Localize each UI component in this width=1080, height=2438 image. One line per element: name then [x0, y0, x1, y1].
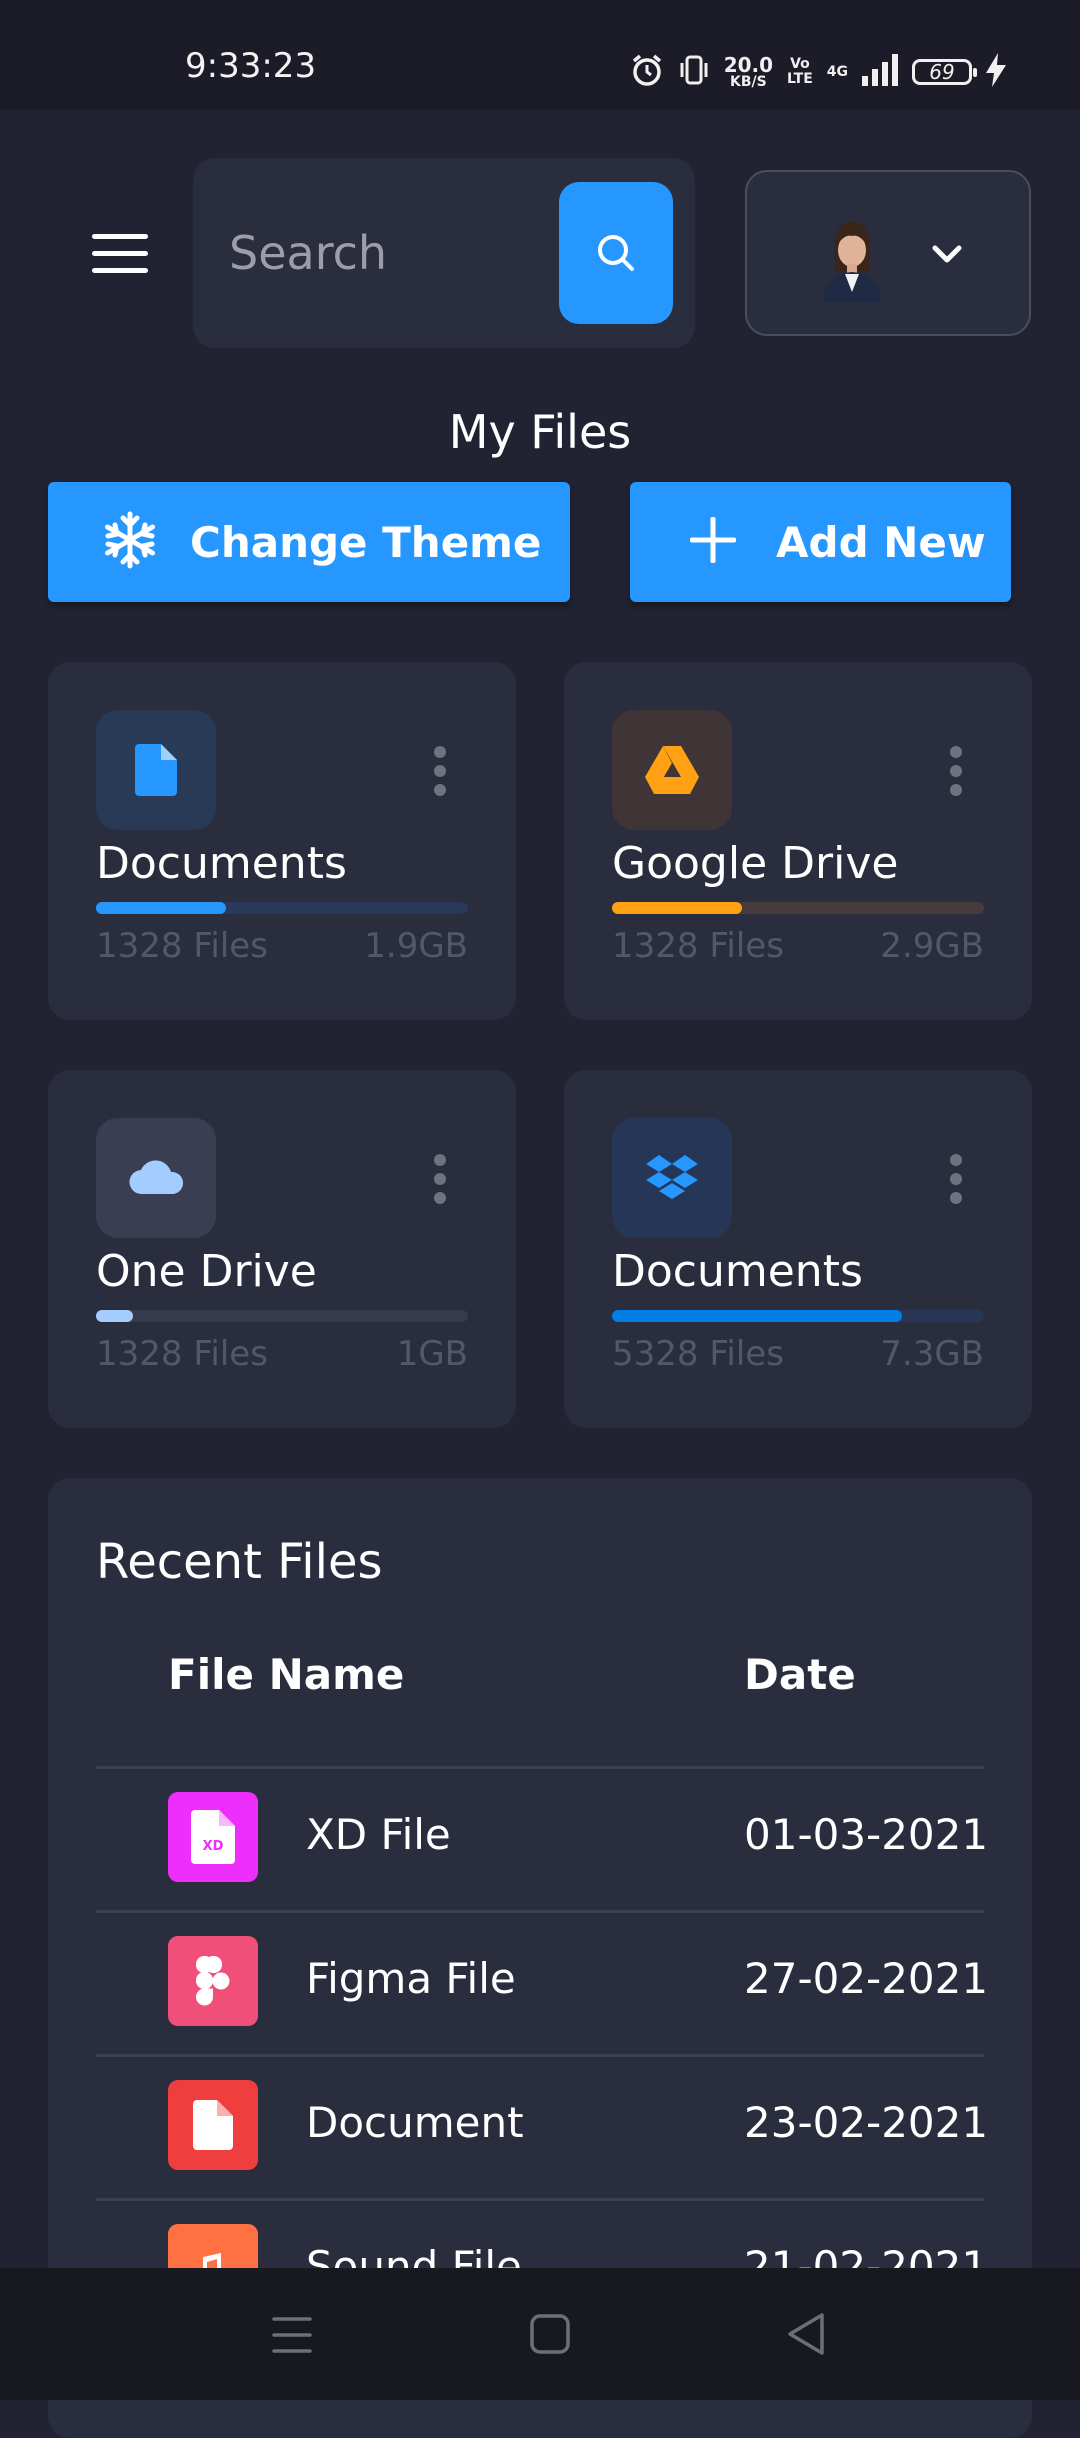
back-icon[interactable]: [786, 2312, 826, 2360]
network-type: 4G: [826, 64, 848, 80]
more-options-icon[interactable]: [434, 1154, 446, 1204]
card-icon-container: [96, 1118, 216, 1238]
search-bar: [193, 158, 695, 348]
chevron-down-icon: [927, 234, 967, 278]
profile-dropdown[interactable]: [745, 170, 1031, 336]
navigation-bar: [0, 2268, 1080, 2400]
change-theme-label: Change Theme: [190, 517, 542, 567]
signal-icon: [862, 54, 898, 90]
battery-indicator: 69: [912, 59, 977, 85]
card-icon-container: [612, 710, 732, 830]
network-speed: 20.0 KB/S: [724, 55, 773, 89]
storage-card-google-drive[interactable]: Google Drive 1328 Files 2.9GB: [564, 662, 1032, 1020]
file-name: Figma File: [306, 1954, 516, 2003]
file-date: 01-03-2021: [744, 1810, 989, 1859]
svg-text:XD: XD: [203, 1839, 224, 1854]
alarm-icon: [630, 53, 664, 91]
file-name: XD File: [306, 1810, 451, 1859]
row-divider: [96, 1910, 984, 1913]
google-drive-icon: [645, 746, 699, 794]
dropbox-icon: [646, 1155, 698, 1199]
recent-apps-icon[interactable]: [272, 2316, 312, 2358]
more-options-icon[interactable]: [434, 746, 446, 796]
search-icon: [598, 235, 634, 271]
column-header-file-name: File Name: [168, 1650, 405, 1699]
snowflake-icon: [100, 510, 160, 574]
storage-size: 1.9GB: [364, 926, 468, 966]
storage-size: 2.9GB: [880, 926, 984, 966]
add-new-label: Add New: [776, 517, 986, 567]
file-date: 27-02-2021: [744, 1954, 989, 2003]
status-icons: 20.0 KB/S Vo LTE 4G 69: [630, 50, 1006, 94]
plus-icon: [689, 516, 737, 567]
card-icon-container: [96, 710, 216, 830]
row-divider: [96, 1766, 984, 1769]
search-input[interactable]: [229, 216, 539, 290]
vibrate-icon: [678, 53, 710, 91]
card-title: Google Drive: [612, 838, 899, 889]
card-title: One Drive: [96, 1246, 317, 1297]
document-icon: [135, 744, 177, 796]
speed-unit: KB/S: [730, 74, 767, 90]
home-icon[interactable]: [530, 2314, 570, 2358]
card-title: Documents: [96, 838, 347, 889]
add-new-button[interactable]: Add New: [630, 482, 1011, 602]
storage-progress: [612, 902, 984, 914]
file-date: 23-02-2021: [744, 2098, 989, 2147]
recent-files-title: Recent Files: [96, 1534, 383, 1590]
file-count: 1328 Files: [612, 926, 784, 966]
storage-progress: [96, 1310, 468, 1322]
avatar: [807, 212, 897, 302]
storage-card-documents[interactable]: Documents 1328 Files 1.9GB: [48, 662, 516, 1020]
figma-icon: [168, 1936, 258, 2026]
status-bar: 9:33:23 20.0 KB/S Vo LTE 4G 69: [0, 0, 1080, 110]
volte-bottom: LTE: [787, 71, 813, 87]
xd-file-icon: XD: [168, 1792, 258, 1882]
volte-indicator: Vo LTE: [787, 57, 813, 86]
card-icon-container: [612, 1118, 732, 1238]
page-title: My Files: [448, 405, 632, 459]
storage-progress-fill: [612, 902, 743, 914]
hamburger-menu-icon[interactable]: [92, 234, 148, 274]
file-count: 1328 Files: [96, 926, 268, 966]
cloud-icon: [129, 1160, 184, 1195]
status-time: 9:33:23: [185, 46, 317, 86]
row-divider: [96, 2198, 984, 2201]
file-name: Document: [306, 2098, 524, 2147]
storage-progress-fill: [612, 1310, 903, 1322]
search-button[interactable]: [559, 182, 673, 324]
speed-value: 20.0: [723, 53, 774, 77]
file-count: 5328 Files: [612, 1334, 784, 1374]
more-options-icon[interactable]: [950, 1154, 962, 1204]
storage-card-one-drive[interactable]: One Drive 1328 Files 1GB: [48, 1070, 516, 1428]
card-title: Documents: [612, 1246, 863, 1297]
storage-size: 7.3GB: [880, 1334, 984, 1374]
more-options-icon[interactable]: [950, 746, 962, 796]
charging-icon: [986, 53, 1006, 91]
storage-progress-fill: [96, 902, 227, 914]
document-icon: [168, 2080, 258, 2170]
change-theme-button[interactable]: Change Theme: [48, 482, 570, 602]
storage-progress-fill: [96, 1310, 134, 1322]
volte-top: Vo: [790, 56, 810, 73]
row-divider: [96, 2054, 984, 2057]
storage-progress: [96, 902, 468, 914]
storage-card-dropbox[interactable]: Documents 5328 Files 7.3GB: [564, 1070, 1032, 1428]
storage-progress: [612, 1310, 984, 1322]
storage-size: 1GB: [396, 1334, 468, 1374]
file-count: 1328 Files: [96, 1334, 268, 1374]
column-header-date: Date: [744, 1650, 856, 1699]
